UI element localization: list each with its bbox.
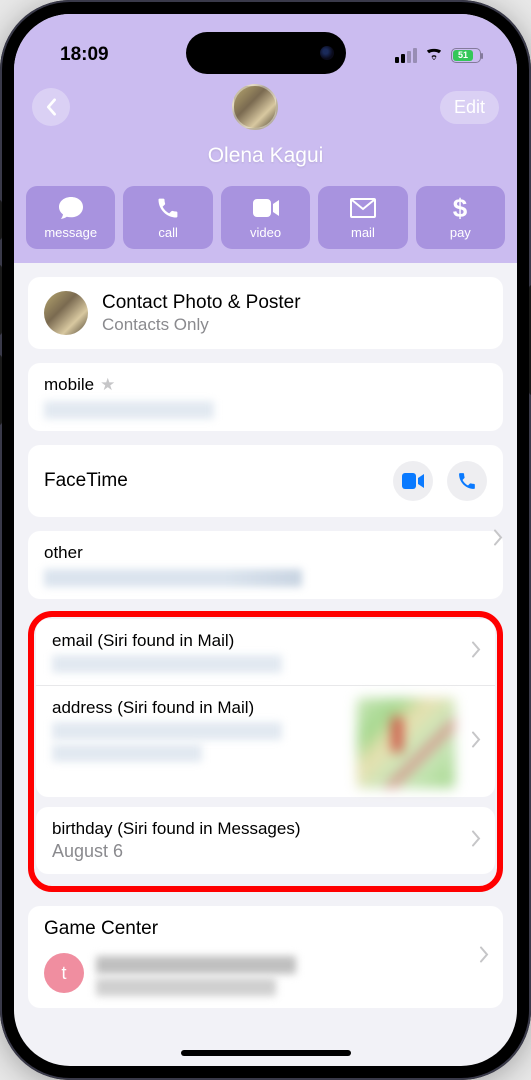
facetime-video-button[interactable] (393, 461, 433, 501)
siri-birthday-card[interactable]: birthday (Siri found in Messages) August… (36, 807, 495, 874)
action-label: pay (450, 225, 471, 240)
siri-address-value-redacted (52, 744, 202, 762)
siri-found-highlight: email (Siri found in Mail) address (Siri… (28, 611, 503, 892)
battery-pct: 51 (458, 50, 468, 60)
gc-value-redacted (96, 956, 296, 974)
chevron-left-icon (44, 98, 58, 116)
video-button[interactable]: video (221, 186, 310, 249)
action-label: message (44, 225, 97, 240)
siri-address-row[interactable]: address (Siri found in Mail) (36, 685, 495, 797)
action-label: call (158, 225, 178, 240)
photo-poster-subtitle: Contacts Only (102, 315, 487, 335)
mail-button[interactable]: mail (318, 186, 407, 249)
screen: 18:09 51 Ed (14, 14, 517, 1066)
gc-value-redacted (96, 978, 276, 996)
star-icon: ★ (100, 375, 115, 395)
map-thumbnail-icon (357, 698, 455, 788)
photo-poster-title: Contact Photo & Poster (102, 292, 487, 314)
contact-name: Olena Kagui (26, 144, 505, 168)
side-button (0, 200, 2, 240)
contact-header: Edit Olena Kagui message call video (14, 78, 517, 263)
facetime-card: FaceTime (28, 445, 503, 517)
siri-email-card[interactable]: email (Siri found in Mail) address (Siri… (36, 619, 495, 797)
action-label: mail (351, 225, 375, 240)
siri-address-value-redacted (52, 722, 282, 740)
message-icon (57, 195, 85, 221)
facetime-label: FaceTime (44, 470, 128, 492)
photo-poster-card[interactable]: Contact Photo & Poster Contacts Only (28, 277, 503, 349)
call-button[interactable]: call (123, 186, 212, 249)
status-time: 18:09 (60, 44, 109, 66)
contact-details: Contact Photo & Poster Contacts Only mob… (14, 277, 517, 1008)
siri-email-label: email (Siri found in Mail) (52, 631, 479, 651)
video-icon (252, 195, 280, 221)
phone-icon (457, 471, 477, 491)
game-center-card[interactable]: Game Center t (28, 906, 503, 1008)
game-center-title: Game Center (44, 918, 487, 940)
mobile-value-redacted (44, 401, 214, 419)
poster-avatar-icon (44, 291, 88, 335)
facetime-audio-button[interactable] (447, 461, 487, 501)
phone-icon (156, 195, 180, 221)
other-email-card[interactable]: other (28, 531, 503, 599)
contact-avatar[interactable] (232, 84, 278, 130)
edit-button[interactable]: Edit (440, 91, 499, 124)
siri-email-value-redacted (52, 655, 282, 673)
gc-avatar-initial: t (61, 963, 66, 984)
mobile-label: mobile (44, 375, 94, 395)
dynamic-island (186, 32, 346, 74)
siri-birthday-value: August 6 (52, 841, 479, 862)
back-button[interactable] (32, 88, 70, 126)
side-button (0, 265, 2, 335)
pay-button[interactable]: $ pay (416, 186, 505, 249)
other-value-redacted (44, 569, 302, 587)
home-indicator[interactable] (181, 1050, 351, 1056)
svg-text:$: $ (453, 195, 468, 221)
side-button (0, 355, 2, 425)
message-button[interactable]: message (26, 186, 115, 249)
wifi-icon (424, 44, 444, 66)
mobile-card[interactable]: mobile ★ (28, 363, 503, 431)
battery-icon: 51 (451, 48, 481, 63)
cellular-signal-icon (395, 48, 417, 63)
dollar-icon: $ (452, 195, 468, 221)
chevron-right-icon (479, 947, 489, 968)
action-button-row: message call video mail $ pay (26, 186, 505, 249)
chevron-right-icon (471, 830, 481, 851)
game-center-avatar: t (44, 953, 84, 993)
chevron-right-icon (471, 642, 481, 663)
video-icon (402, 473, 424, 489)
camera-dot (320, 46, 334, 60)
other-label: other (44, 543, 487, 563)
mail-icon (350, 195, 376, 221)
phone-frame: 18:09 51 Ed (0, 0, 531, 1080)
chevron-right-icon (471, 731, 481, 752)
action-label: video (250, 225, 281, 240)
siri-birthday-label: birthday (Siri found in Messages) (52, 819, 479, 839)
